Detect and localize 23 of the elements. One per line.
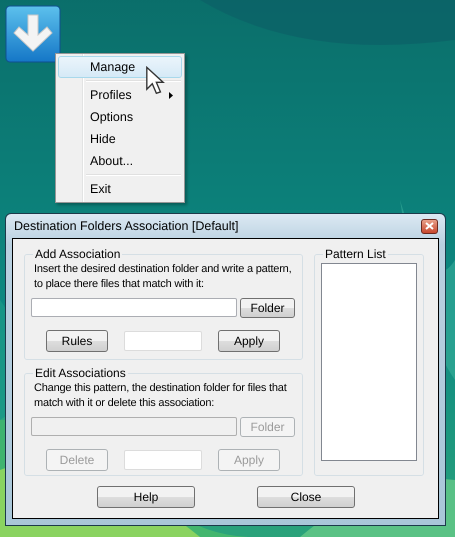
menu-item[interactable]: Hide: [58, 128, 182, 150]
description-text: Change this pattern, the destination folder for files that match with it or delete this association:: [34, 381, 288, 411]
description-text: Insert the desired destination folder and write a pattern, to place there files that match with it:: [34, 262, 292, 292]
group-title: Add Association: [34, 247, 122, 261]
help-button[interactable]: Help: [97, 486, 195, 508]
menu-item[interactable]: Exit: [58, 178, 182, 200]
close-dialog-button[interactable]: Close: [257, 486, 355, 508]
menu-item[interactable]: About...: [58, 150, 182, 172]
close-icon: [425, 222, 434, 230]
pattern-list-box[interactable]: [321, 263, 417, 461]
rules-button[interactable]: Rules: [46, 330, 108, 352]
group-title: Pattern List: [324, 247, 387, 261]
group-title: Edit Associations: [34, 366, 127, 380]
pattern-field[interactable]: [124, 450, 202, 470]
pattern-field[interactable]: [124, 331, 202, 351]
menu-item[interactable]: Manage: [58, 56, 182, 78]
menu-item[interactable]: Profiles: [58, 84, 182, 106]
folder-button[interactable]: Folder: [240, 298, 295, 318]
close-button[interactable]: [421, 218, 438, 234]
apply-button[interactable]: Apply: [218, 330, 280, 352]
folder-path-field[interactable]: [31, 298, 237, 317]
window-title: Destination Folders Association [Default]: [14, 219, 238, 233]
menu-item[interactable]: Options: [58, 106, 182, 128]
